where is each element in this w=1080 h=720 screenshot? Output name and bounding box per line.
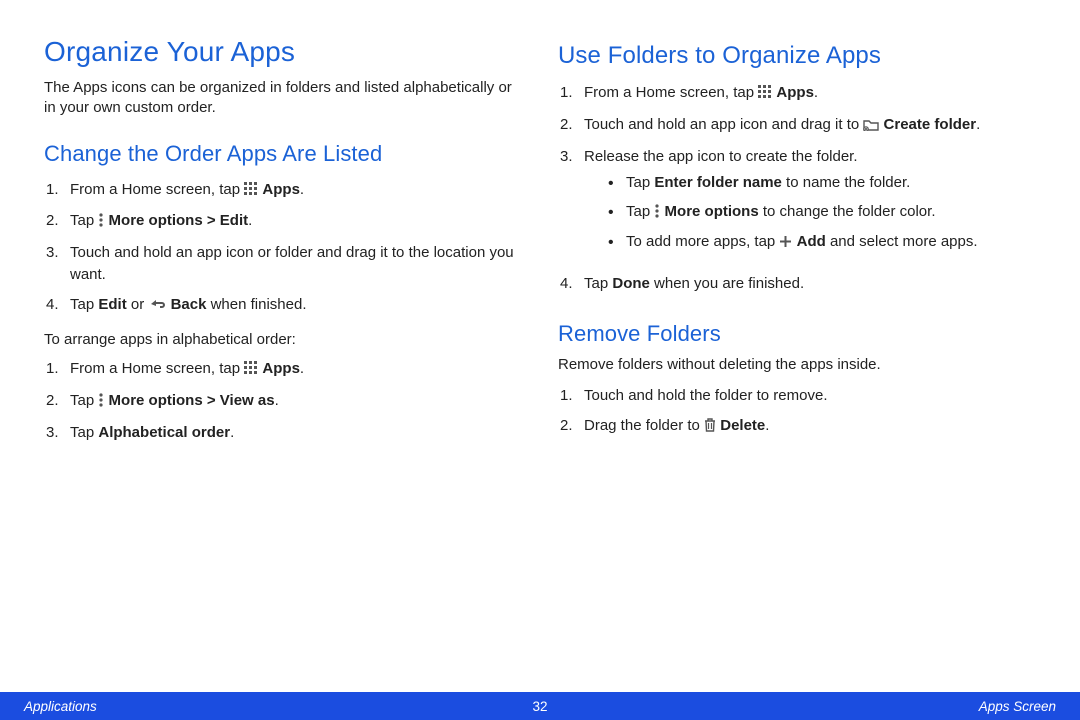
bold: Create folder <box>884 116 977 133</box>
bold: Delete <box>720 417 765 434</box>
more-options-icon <box>98 212 104 234</box>
heading-remove-folders: Remove Folders <box>558 321 1036 347</box>
heading-use-folders: Use Folders to Organize Apps <box>558 42 1036 70</box>
apps-grid-icon <box>244 181 258 203</box>
bold: Add <box>797 233 826 250</box>
content-columns: Organize Your Apps The Apps icons can be… <box>0 0 1080 458</box>
text: Tap <box>626 174 654 191</box>
step: Touch and hold the folder to remove. <box>558 381 1036 411</box>
step: Tap Alphabetical order. <box>44 418 522 448</box>
text: . <box>275 392 279 409</box>
bold: Apps <box>262 181 300 198</box>
left-column: Organize Your Apps The Apps icons can be… <box>44 36 522 458</box>
step: Touch and hold an app icon and drag it t… <box>558 110 1036 142</box>
page-number: 32 <box>532 699 547 714</box>
bold: Edit <box>98 296 126 313</box>
plus-icon <box>779 233 792 256</box>
text: . <box>230 424 234 441</box>
text: Tap <box>70 424 98 441</box>
between-text: To arrange apps in alphabetical order: <box>44 331 522 348</box>
text: Tap <box>626 203 654 220</box>
steps-alphabetical: From a Home screen, tap Apps. Tap More o… <box>44 354 522 447</box>
delete-icon <box>704 417 716 439</box>
text: to name the folder. <box>782 174 910 191</box>
intro-text: The Apps icons can be organized in folde… <box>44 78 522 119</box>
steps-change-order: From a Home screen, tap Apps. Tap More o… <box>44 175 522 322</box>
text: or <box>127 296 149 313</box>
bold: Apps <box>262 360 300 377</box>
bold: Enter folder name <box>654 174 782 191</box>
text: to change the folder color. <box>759 203 936 220</box>
text: To add more apps, tap <box>626 233 779 250</box>
text: . <box>814 84 818 101</box>
text: Tap <box>70 296 98 313</box>
step: Tap Done when you are finished. <box>558 269 1036 299</box>
text: Tap <box>70 392 98 409</box>
text: when you are finished. <box>650 275 804 292</box>
manual-page: Organize Your Apps The Apps icons can be… <box>0 0 1080 720</box>
bullet: Tap More options to change the folder co… <box>584 198 1036 229</box>
apps-grid-icon <box>758 84 772 106</box>
right-column: Use Folders to Organize Apps From a Home… <box>558 36 1036 458</box>
text: From a Home screen, tap <box>70 181 244 198</box>
more-options-icon <box>654 203 660 226</box>
text: From a Home screen, tap <box>70 360 244 377</box>
text: Touch and hold an app icon and drag it t… <box>584 116 863 133</box>
bold: More options > Edit <box>109 212 249 229</box>
step: Tap More options > View as. <box>44 386 522 418</box>
step: Touch and hold an app icon or folder and… <box>44 238 522 290</box>
steps-use-folders: From a Home screen, tap Apps. Touch and … <box>558 78 1036 299</box>
step: Tap Edit or Back when finished. <box>44 290 522 322</box>
text: and select more apps. <box>826 233 978 250</box>
text: From a Home screen, tap <box>584 84 758 101</box>
bold: More options > View as <box>109 392 275 409</box>
heading-organize: Organize Your Apps <box>44 36 522 68</box>
step: From a Home screen, tap Apps. <box>558 78 1036 110</box>
text: Release the app icon to create the folde… <box>584 148 858 165</box>
text: . <box>300 181 304 198</box>
text: . <box>976 116 980 133</box>
bullet: Tap Enter folder name to name the folder… <box>584 169 1036 198</box>
step: Tap More options > Edit. <box>44 206 522 238</box>
remove-intro: Remove folders without deleting the apps… <box>558 355 1036 375</box>
sub-bullets: Tap Enter folder name to name the folder… <box>584 169 1036 259</box>
footer-left: Applications <box>24 699 97 714</box>
step: From a Home screen, tap Apps. <box>44 175 522 207</box>
page-footer: Applications 32 Apps Screen <box>0 692 1080 720</box>
create-folder-icon <box>863 116 879 138</box>
bold: More options <box>665 203 759 220</box>
text: Tap <box>584 275 612 292</box>
heading-change-order: Change the Order Apps Are Listed <box>44 141 522 167</box>
text: Drag the folder to <box>584 417 704 434</box>
text: . <box>248 212 252 229</box>
apps-grid-icon <box>244 360 258 382</box>
bold: Alphabetical order <box>98 424 230 441</box>
bold: Done <box>612 275 650 292</box>
step: Release the app icon to create the folde… <box>558 142 1036 269</box>
more-options-icon <box>98 392 104 414</box>
bullet: To add more apps, tap Add and select mor… <box>584 228 1036 259</box>
text: . <box>765 417 769 434</box>
text: Tap <box>70 212 98 229</box>
bold: Apps <box>776 84 814 101</box>
text: . <box>300 360 304 377</box>
footer-right: Apps Screen <box>979 699 1056 714</box>
steps-remove: Touch and hold the folder to remove. Dra… <box>558 381 1036 443</box>
step: From a Home screen, tap Apps. <box>44 354 522 386</box>
text: when finished. <box>206 296 306 313</box>
bold: Back <box>171 296 207 313</box>
step: Drag the folder to Delete. <box>558 411 1036 443</box>
back-icon <box>148 296 166 318</box>
